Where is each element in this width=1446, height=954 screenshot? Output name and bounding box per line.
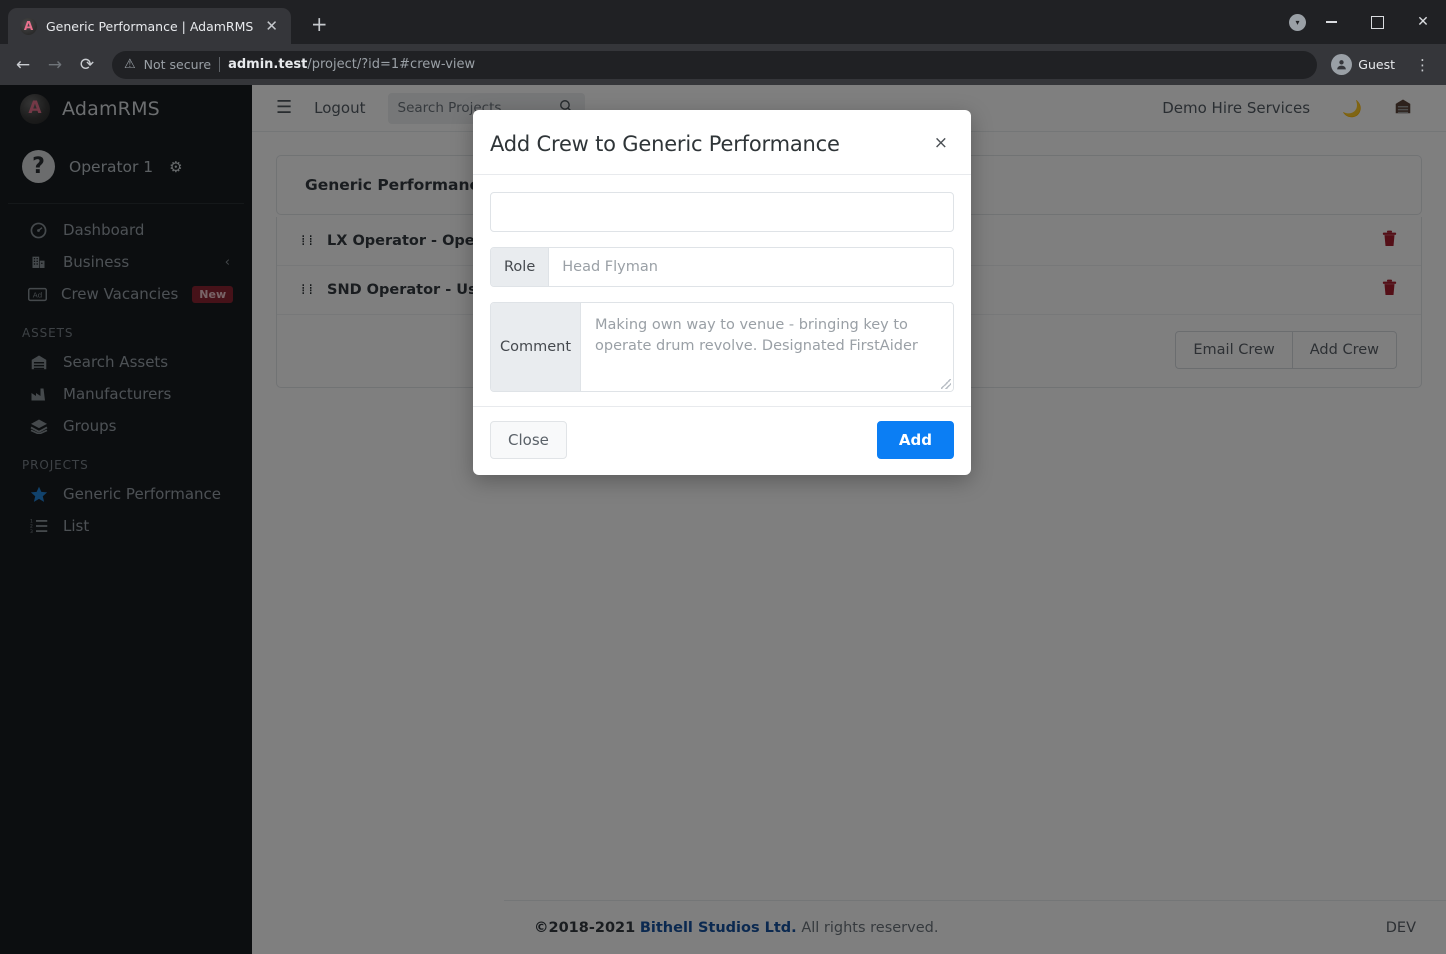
reload-button[interactable]: ⟳ <box>72 50 102 80</box>
add-crew-modal: Add Crew to Generic Performance × Role H… <box>473 110 971 475</box>
profile-label: Guest <box>1358 57 1395 72</box>
security-label: Not secure <box>144 57 211 72</box>
close-button[interactable]: Close <box>490 421 567 459</box>
back-button[interactable]: ← <box>8 50 38 80</box>
close-icon[interactable]: × <box>934 135 948 152</box>
url-path: /project/?id=1#crew-view <box>307 57 475 72</box>
new-tab-button[interactable]: + <box>305 12 334 36</box>
omnibox-divider <box>219 57 220 72</box>
modal-title: Add Crew to Generic Performance <box>490 132 934 156</box>
window-controls: ✕ <box>1308 0 1446 44</box>
browser-tabstrip: A Generic Performance | AdamRMS ✕ + ▾ ✕ <box>0 0 1446 44</box>
role-input[interactable]: Head Flyman <box>549 248 953 286</box>
textarea-resize-handle[interactable] <box>941 379 951 389</box>
comment-placeholder-text: Making own way to venue - bringing key t… <box>595 317 918 354</box>
close-window-button[interactable]: ✕ <box>1400 0 1446 44</box>
modal-footer: Close Add <box>473 406 971 475</box>
tab-title: Generic Performance | AdamRMS <box>46 19 253 34</box>
modal-body: Role Head Flyman Comment Making own way … <box>473 175 971 406</box>
forward-button[interactable]: → <box>40 50 70 80</box>
address-bar-url: admin.test/project/?id=1#crew-view <box>228 57 475 72</box>
kebab-menu-icon[interactable]: ⋮ <box>1407 56 1438 74</box>
browser-toolbar: ← → ⟳ ⚠ Not secure admin.test/project/?i… <box>0 44 1446 85</box>
comment-label: Comment <box>491 303 581 391</box>
not-secure-warning-icon: ⚠ <box>124 58 136 71</box>
comment-input-group: Comment Making own way to venue - bringi… <box>490 302 954 392</box>
add-button[interactable]: Add <box>877 421 954 459</box>
role-input-group: Role Head Flyman <box>490 247 954 287</box>
browser-window: A Generic Performance | AdamRMS ✕ + ▾ ✕ … <box>0 0 1446 954</box>
comment-textarea[interactable]: Making own way to venue - bringing key t… <box>581 303 953 391</box>
url-host: admin.test <box>228 57 307 72</box>
minimize-button[interactable] <box>1308 0 1354 44</box>
address-bar[interactable]: ⚠ Not secure admin.test/project/?id=1#cr… <box>112 51 1317 79</box>
browser-tab[interactable]: A Generic Performance | AdamRMS ✕ <box>8 8 291 44</box>
role-label: Role <box>491 248 549 286</box>
maximize-button[interactable] <box>1354 0 1400 44</box>
avatar-icon <box>1331 54 1352 75</box>
tab-close-icon[interactable]: ✕ <box>262 17 281 36</box>
crew-member-select[interactable] <box>490 192 954 232</box>
chevron-down-icon[interactable]: ▾ <box>1289 14 1306 31</box>
profile-button[interactable]: Guest <box>1327 51 1405 78</box>
adamrms-favicon-icon: A <box>20 18 37 35</box>
modal-header: Add Crew to Generic Performance × <box>473 110 971 175</box>
